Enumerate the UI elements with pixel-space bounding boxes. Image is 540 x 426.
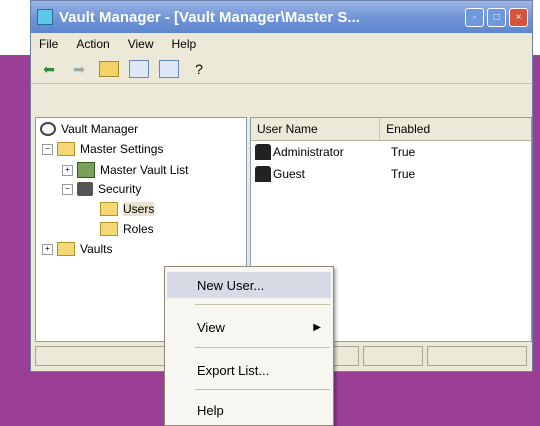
tree-item-master-settings[interactable]: − Master Settings <box>42 142 163 156</box>
expand-icon[interactable]: + <box>42 243 53 255</box>
user-name-cell: Administrator <box>251 144 381 160</box>
user-name-cell: Guest <box>251 166 381 182</box>
close-button[interactable]: × <box>509 7 528 27</box>
vault-manager-icon <box>40 122 56 136</box>
tree-item-label: Security <box>98 182 142 196</box>
enabled-cell: True <box>391 167 416 181</box>
user-icon <box>255 144 271 160</box>
window-title: Vault Manager - [Vault Manager\Master S.… <box>59 8 360 26</box>
tree-item-master-vault-list[interactable]: + Master Vault List <box>62 162 188 178</box>
folder-icon <box>57 242 75 256</box>
app-icon <box>37 9 53 25</box>
enabled-cell: True <box>391 145 416 159</box>
menu-action[interactable]: Action <box>76 37 109 51</box>
user-name: Guest <box>273 167 306 181</box>
show-hide-tree-icon[interactable] <box>129 60 149 78</box>
menu-view[interactable]: View <box>128 37 154 51</box>
folder-icon <box>100 202 118 216</box>
tree-item-label: Users <box>123 202 155 216</box>
export-list-icon[interactable] <box>159 60 179 78</box>
security-icon <box>77 182 93 196</box>
menu-file[interactable]: File <box>39 37 58 51</box>
help-icon[interactable]: ? <box>189 60 209 78</box>
tree-item-vaults[interactable]: + Vaults <box>42 242 112 256</box>
folder-up-icon[interactable] <box>99 60 119 78</box>
tree-item-label: Master Settings <box>80 142 164 156</box>
menu-item-export-list[interactable]: Export List... <box>167 357 331 383</box>
menu-help[interactable]: Help <box>172 37 197 51</box>
forward-arrow-icon[interactable]: ➡ <box>69 60 89 78</box>
title-bar[interactable]: Vault Manager - [Vault Manager\Master S.… <box>31 1 532 33</box>
collapse-icon[interactable]: − <box>62 183 73 195</box>
maximize-button[interactable]: □ <box>487 7 506 27</box>
master-vault-list-icon <box>77 162 95 178</box>
menu-separator <box>195 304 330 305</box>
tree-item-label: Roles <box>123 222 154 236</box>
menu-bar: File Action View Help <box>31 33 532 55</box>
list-item[interactable]: Administrator True <box>251 141 531 163</box>
expand-icon[interactable]: + <box>62 164 73 176</box>
tree-item-label: Vault Manager <box>61 122 139 136</box>
folder-icon <box>100 222 118 236</box>
column-header-enabled[interactable]: Enabled <box>380 118 531 140</box>
list-header: User Name Enabled <box>251 118 531 141</box>
menu-item-new-user[interactable]: New User... <box>167 272 331 298</box>
tree-item-roles[interactable]: Roles <box>100 222 154 236</box>
status-segment <box>427 346 527 366</box>
toolbar: ⬅ ➡ ? <box>31 55 532 84</box>
user-name: Administrator <box>273 145 344 159</box>
tree-item-label: Vaults <box>80 242 113 256</box>
caption-buttons: - □ × <box>465 7 528 27</box>
menu-item-help[interactable]: Help <box>167 397 331 423</box>
minimize-button[interactable]: - <box>465 7 484 27</box>
submenu-arrow-icon: ▶ <box>313 321 321 333</box>
menu-item-label: View <box>197 319 225 335</box>
tree-item-vault-manager[interactable]: Vault Manager <box>40 122 138 136</box>
menu-separator <box>195 389 330 390</box>
tree-item-security[interactable]: − Security <box>62 182 141 196</box>
tree-item-label: Master Vault List <box>100 163 189 177</box>
menu-separator <box>195 347 330 348</box>
collapse-icon[interactable]: − <box>42 143 53 155</box>
user-icon <box>255 166 271 182</box>
list-item[interactable]: Guest True <box>251 163 531 185</box>
folder-icon <box>57 142 75 156</box>
column-header-user-name[interactable]: User Name <box>251 118 381 140</box>
menu-item-view[interactable]: View ▶ <box>167 314 331 340</box>
status-segment <box>363 346 423 366</box>
back-arrow-icon[interactable]: ⬅ <box>39 60 59 78</box>
tree-item-users[interactable]: Users <box>100 202 155 216</box>
context-menu: New User... View ▶ Export List... Help <box>164 266 334 426</box>
